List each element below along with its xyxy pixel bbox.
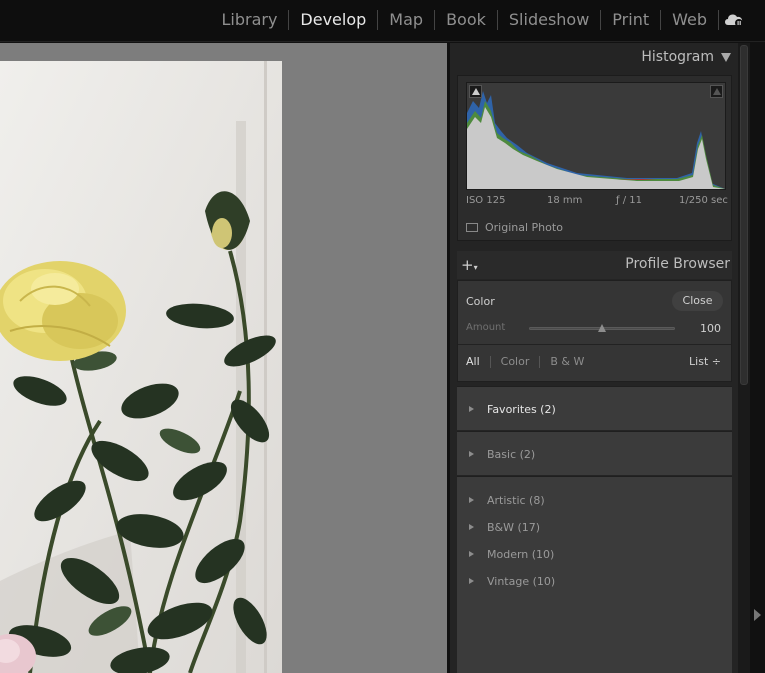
profile-group-label: Modern (10) [487, 547, 555, 561]
module-library[interactable]: Library [210, 10, 288, 30]
profile-browser-header: +▾ Profile Browser [457, 251, 732, 279]
exif-iso: ISO 125 [466, 195, 506, 206]
original-photo-toggle[interactable]: Original Photo [466, 221, 563, 234]
profile-group-label: Favorites (2) [487, 402, 556, 416]
histogram-header[interactable]: Histogram [450, 43, 738, 71]
filter-divider [539, 355, 541, 368]
histogram-panel: ISO 125 18 mm ƒ / 11 1/250 sec Original … [457, 75, 732, 241]
right-panel-edge[interactable] [750, 43, 765, 673]
filter-divider [489, 355, 491, 368]
add-profile-icon[interactable]: +▾ [461, 256, 478, 274]
histogram-title: Histogram [641, 49, 714, 65]
view-mode-dropdown[interactable]: List ÷ [689, 355, 721, 368]
profile-group-artistic[interactable]: Artistic (8) [457, 488, 732, 512]
profile-group-vintage[interactable]: Vintage (10) [457, 569, 732, 593]
expand-triangle-icon [469, 524, 474, 530]
filter-bw[interactable]: B & W [550, 355, 584, 368]
creative-groups: Artistic (8) B&W (17) Modern (10) Vintag… [457, 476, 732, 673]
exif-shutter-speed: 1/250 sec [679, 195, 728, 206]
expand-triangle-icon [469, 497, 474, 503]
expand-triangle-icon [469, 451, 474, 457]
photo-canvas[interactable] [0, 43, 447, 673]
profile-group-label: B&W (17) [487, 520, 541, 534]
divider [458, 344, 731, 345]
module-develop[interactable]: Develop [289, 10, 377, 30]
checkbox-icon[interactable] [466, 223, 478, 232]
module-picker: Library Develop Map Book Slideshow Print… [0, 0, 765, 42]
amount-value[interactable]: 100 [700, 322, 721, 335]
expand-triangle-icon [469, 406, 474, 412]
profile-group-label: Artistic (8) [487, 493, 545, 507]
basic-group: Basic (2) [457, 431, 732, 475]
module-divider [718, 10, 719, 30]
amount-label: Amount [466, 322, 506, 333]
filter-color[interactable]: Color [501, 355, 530, 368]
module-map[interactable]: Map [378, 10, 434, 30]
filter-all[interactable]: All [466, 355, 480, 368]
profile-group-label: Vintage (10) [487, 574, 556, 588]
profile-group-bw[interactable]: B&W (17) [457, 515, 732, 539]
shadow-clipping-button[interactable] [469, 85, 482, 98]
photo-preview[interactable] [0, 61, 282, 673]
histogram-graph[interactable] [466, 82, 726, 190]
profile-filter-tabs: All Color B & W [466, 355, 584, 368]
module-book[interactable]: Book [435, 10, 497, 30]
module-web[interactable]: Web [661, 10, 718, 30]
module-slideshow[interactable]: Slideshow [498, 10, 600, 30]
profile-color-label: Color [466, 295, 495, 308]
histogram-curve [467, 91, 725, 189]
profile-group-label: Basic (2) [487, 447, 536, 461]
right-panel: Histogram ISO 125 18 mm ƒ / 11 1/250 sec… [448, 43, 752, 673]
slider-knob-icon[interactable] [598, 324, 606, 332]
highlight-clipping-button[interactable] [710, 85, 723, 98]
exif-aperture: ƒ / 11 [616, 195, 642, 206]
panel-scrollbar[interactable] [738, 43, 750, 673]
amount-slider[interactable] [529, 324, 675, 332]
module-print[interactable]: Print [601, 10, 660, 30]
profile-controls: Color Close Amount 100 All Color B & W L… [457, 280, 732, 382]
expand-triangle-icon [469, 551, 474, 557]
collapse-triangle-icon[interactable] [721, 53, 731, 62]
profile-group-modern[interactable]: Modern (10) [457, 542, 732, 566]
profile-browser-title: Profile Browser [625, 256, 730, 272]
module-list: Library Develop Map Book Slideshow Print… [210, 8, 719, 32]
original-photo-label: Original Photo [485, 221, 563, 234]
favorites-group: Favorites (2) [457, 386, 732, 430]
rose-photo-image [0, 61, 282, 673]
close-button[interactable]: Close [672, 291, 723, 311]
exif-focal-length: 18 mm [547, 195, 583, 206]
panel-toggle-arrow-icon[interactable] [754, 609, 761, 621]
expand-triangle-icon [469, 578, 474, 584]
cloud-sync-icon[interactable] [723, 11, 745, 27]
profile-group-basic[interactable]: Basic (2) [457, 442, 732, 466]
profile-group-favorites[interactable]: Favorites (2) [457, 397, 732, 421]
scrollbar-thumb[interactable] [740, 45, 748, 385]
